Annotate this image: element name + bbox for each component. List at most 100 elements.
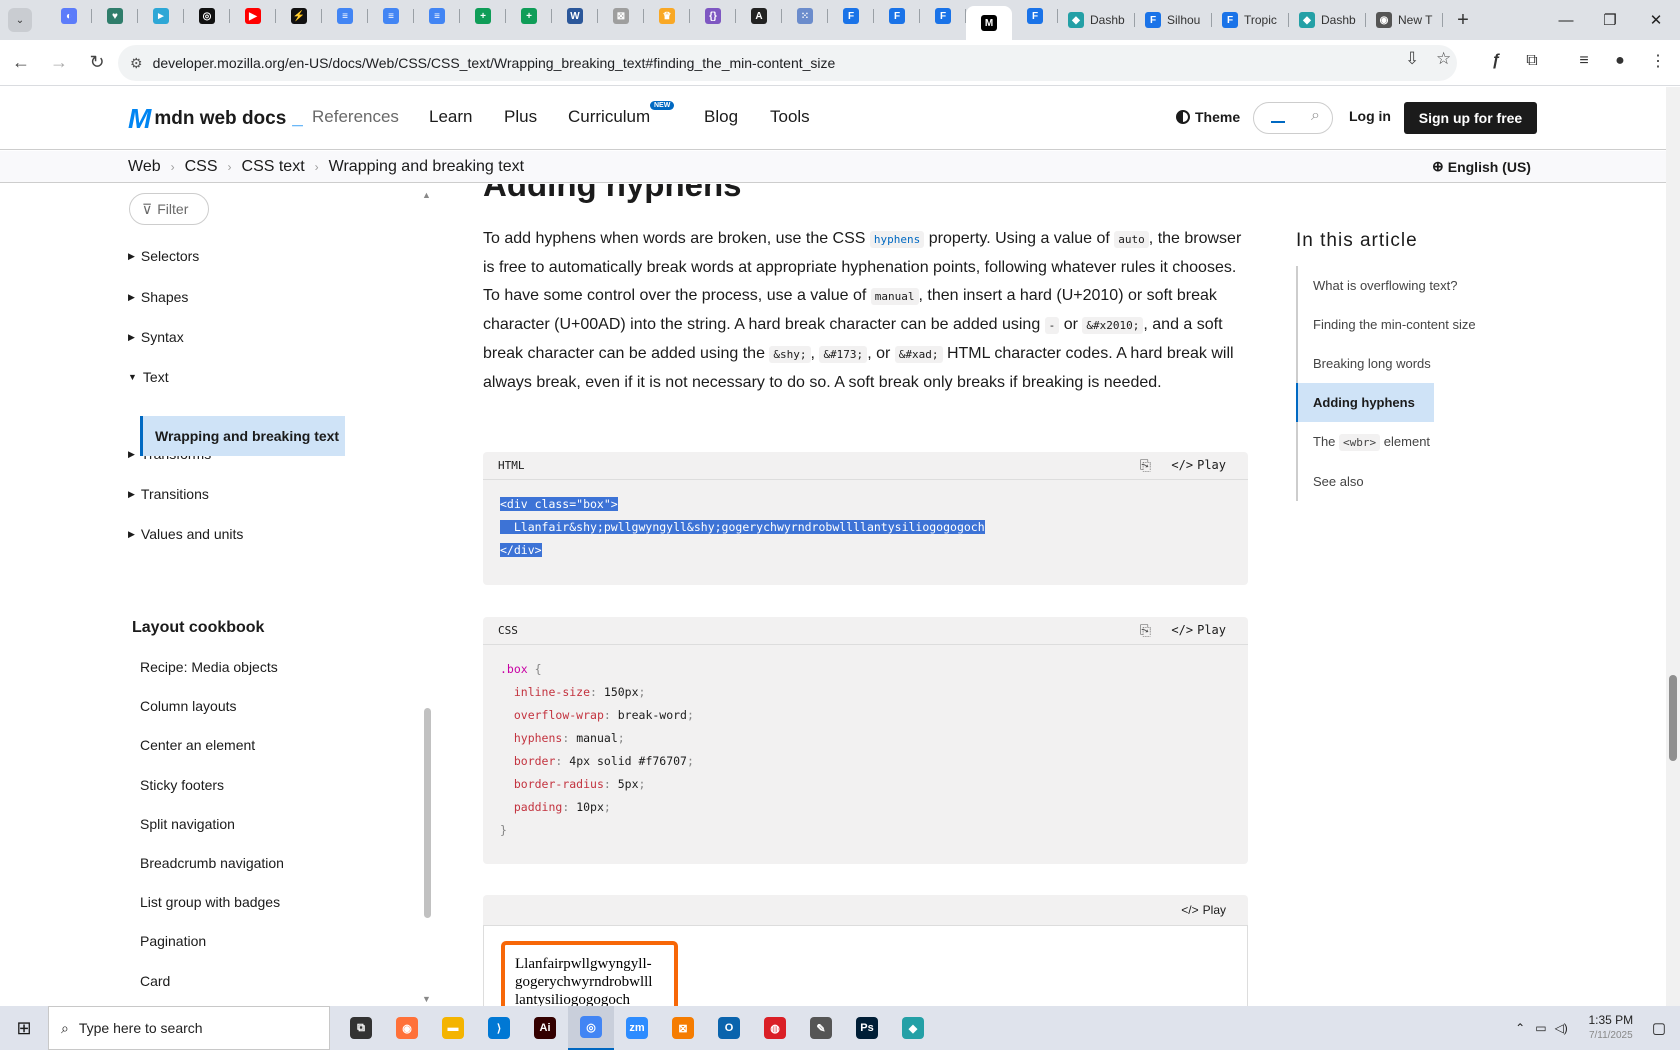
nav-tools[interactable]: Tools — [770, 107, 810, 127]
page-scrollbar[interactable] — [1666, 87, 1680, 1006]
breadcrumb-css-text[interactable]: CSS text — [242, 158, 305, 176]
taskbar-app[interactable]: ◆ — [890, 1006, 936, 1050]
sidebar-cookbook-item[interactable]: Breadcrumb navigation — [140, 855, 284, 871]
browser-tab[interactable]: ⁙ — [782, 0, 828, 32]
sidebar-item-text[interactable]: ▼ Text — [128, 369, 169, 385]
theme-button[interactable]: Theme — [1176, 109, 1240, 125]
browser-tab[interactable]: F Tropic — [1212, 4, 1289, 36]
sidebar-cookbook-item[interactable]: List group with badges — [140, 894, 280, 910]
sidebar-cookbook-item[interactable]: Sticky footers — [140, 777, 224, 793]
scroll-up-arrow-icon[interactable]: ▲ — [422, 190, 431, 200]
breadcrumb-current[interactable]: Wrapping and breaking text — [329, 158, 524, 176]
forward-icon[interactable]: → — [42, 46, 76, 80]
extension-f-icon[interactable]: ƒ — [1482, 47, 1510, 75]
browser-tab[interactable]: F — [874, 0, 920, 32]
sidebar-cookbook-item[interactable]: Column layouts — [140, 698, 237, 714]
new-tab-plus-icon[interactable]: + — [1449, 6, 1477, 34]
sidebar-item-selectors[interactable]: ▶ Selectors — [128, 248, 199, 264]
toc-item[interactable]: The <wbr> element — [1298, 422, 1546, 462]
play-button[interactable]: </> Play — [1181, 903, 1226, 917]
code-body[interactable]: <div class="box"> Llanfair&shy;pwllgwyng… — [483, 480, 1248, 562]
browser-tab[interactable]: ≡ — [368, 0, 414, 32]
taskbar-app[interactable]: ◍ — [752, 1006, 798, 1050]
sidebar-cookbook-item[interactable]: Split navigation — [140, 816, 235, 832]
install-app-icon[interactable]: ⇩ — [1405, 49, 1419, 69]
site-search-input[interactable]: ⌕ — [1253, 102, 1333, 134]
sidebar-item-values-and-units[interactable]: ▶ Values and units — [128, 526, 243, 542]
browser-tab[interactable]: A — [736, 0, 782, 32]
copy-clipboard-icon[interactable]: ⎘ — [1140, 458, 1151, 474]
sidebar-item-wrapping-breaking-text[interactable]: Wrapping and breaking text — [140, 416, 345, 456]
nav-references[interactable]: References — [312, 107, 399, 127]
breadcrumb-web[interactable]: Web — [128, 158, 161, 176]
browser-tab[interactable]: ♛ — [644, 0, 690, 32]
network-icon[interactable]: ▭ — [1535, 1021, 1546, 1035]
windows-start-icon[interactable]: ⊞ — [0, 1006, 48, 1050]
browser-tab[interactable]: F Silhou — [1135, 4, 1212, 36]
taskbar-app[interactable]: Ps — [844, 1006, 890, 1050]
toc-item[interactable]: Adding hyphens — [1296, 383, 1434, 422]
browser-tab[interactable]: ▶ — [230, 0, 276, 32]
taskbar-app[interactable]: ⟩ — [476, 1006, 522, 1050]
nav-curriculum[interactable]: Curriculum — [568, 107, 650, 127]
nav-blog[interactable]: Blog — [704, 107, 738, 127]
close-window-icon[interactable]: ✕ — [1634, 0, 1678, 40]
taskbar-app[interactable]: zm — [614, 1006, 660, 1050]
sidebar-cookbook-item[interactable]: Center an element — [140, 737, 255, 753]
sidebar-cookbook-item[interactable]: Card — [140, 973, 170, 989]
taskbar-search-box[interactable]: ⌕ Type here to search — [48, 1006, 330, 1050]
code-body[interactable]: .box { inline-size: 150px; overflow-wrap… — [483, 645, 1248, 842]
volume-icon[interactable]: ◁) — [1555, 1021, 1568, 1035]
extensions-puzzle-icon[interactable]: ⧉ — [1518, 47, 1546, 75]
taskbar-app[interactable]: O — [706, 1006, 752, 1050]
browser-tab[interactable]: ≡ — [322, 0, 368, 32]
browser-tab[interactable]: + — [506, 0, 552, 32]
profile-avatar-icon[interactable]: ● — [1606, 47, 1634, 75]
taskbar-app[interactable]: ◉ — [384, 1006, 430, 1050]
play-button[interactable]: </> Play — [1171, 458, 1226, 472]
sidebar-filter-input[interactable]: ⊽ Filter — [129, 193, 209, 225]
taskbar-app[interactable]: ◎ — [568, 1006, 614, 1050]
taskbar-app[interactable]: Ai — [522, 1006, 568, 1050]
chevron-up-icon[interactable]: ⌃ — [1515, 1021, 1525, 1035]
site-info-icon[interactable]: ⚙ — [130, 55, 143, 72]
sidebar-scrollbar-thumb[interactable] — [424, 708, 431, 918]
browser-tab[interactable]: ► — [138, 0, 184, 32]
reload-icon[interactable]: ↻ — [80, 46, 114, 80]
browser-tab[interactable]: ◎ — [184, 0, 230, 32]
sidebar-cookbook-item[interactable]: Pagination — [140, 933, 206, 949]
login-link[interactable]: Log in — [1349, 108, 1391, 124]
browser-tab[interactable]: M — [966, 6, 1012, 40]
taskbar-app[interactable]: ⧉ — [338, 1006, 384, 1050]
taskbar-app[interactable]: ▬ — [430, 1006, 476, 1050]
toc-item[interactable]: What is overflowing text? — [1298, 266, 1546, 305]
hyphens-link[interactable]: hyphens — [869, 230, 925, 248]
mdn-logo[interactable]: M mdn web docs _ — [128, 103, 303, 135]
sidebar-item-transitions[interactable]: ▶ Transitions — [128, 486, 209, 502]
signup-button[interactable]: Sign up for free — [1404, 102, 1537, 134]
clock[interactable]: 1:35 PM 7/11/2025 — [1576, 1013, 1646, 1043]
media-control-icon[interactable]: ≡ — [1570, 47, 1598, 75]
address-bar[interactable]: ⚙ developer.mozilla.org/en-US/docs/Web/C… — [118, 45, 1457, 81]
browser-tab[interactable]: ⚡ — [276, 0, 322, 32]
page-scrollbar-thumb[interactable] — [1669, 675, 1677, 761]
taskbar-app[interactable]: ✎ — [798, 1006, 844, 1050]
browser-tab[interactable]: ⊠ — [598, 0, 644, 32]
tab-search-chevron-icon[interactable]: ⌄ — [8, 8, 32, 32]
play-button[interactable]: </> Play — [1171, 623, 1226, 637]
nav-plus[interactable]: Plus — [504, 107, 537, 127]
nav-learn[interactable]: Learn — [429, 107, 472, 127]
browser-menu-icon[interactable]: ⋮ — [1644, 47, 1672, 75]
breadcrumb-css[interactable]: CSS — [185, 158, 218, 176]
browser-tab[interactable]: ◐ — [46, 0, 92, 32]
browser-tab[interactable]: F — [828, 0, 874, 32]
sidebar-item-syntax[interactable]: ▶ Syntax — [128, 329, 184, 345]
browser-tab[interactable]: ≡ — [414, 0, 460, 32]
toc-item[interactable]: Finding the min-content size — [1298, 305, 1546, 344]
restore-icon[interactable]: ❐ — [1588, 0, 1632, 40]
browser-tab[interactable]: ◆ Dashb — [1289, 4, 1366, 36]
browser-tab[interactable]: + — [460, 0, 506, 32]
copy-clipboard-icon[interactable]: ⎘ — [1140, 623, 1151, 639]
sidebar-item-shapes[interactable]: ▶ Shapes — [128, 289, 188, 305]
minimize-icon[interactable]: — — [1544, 0, 1588, 40]
